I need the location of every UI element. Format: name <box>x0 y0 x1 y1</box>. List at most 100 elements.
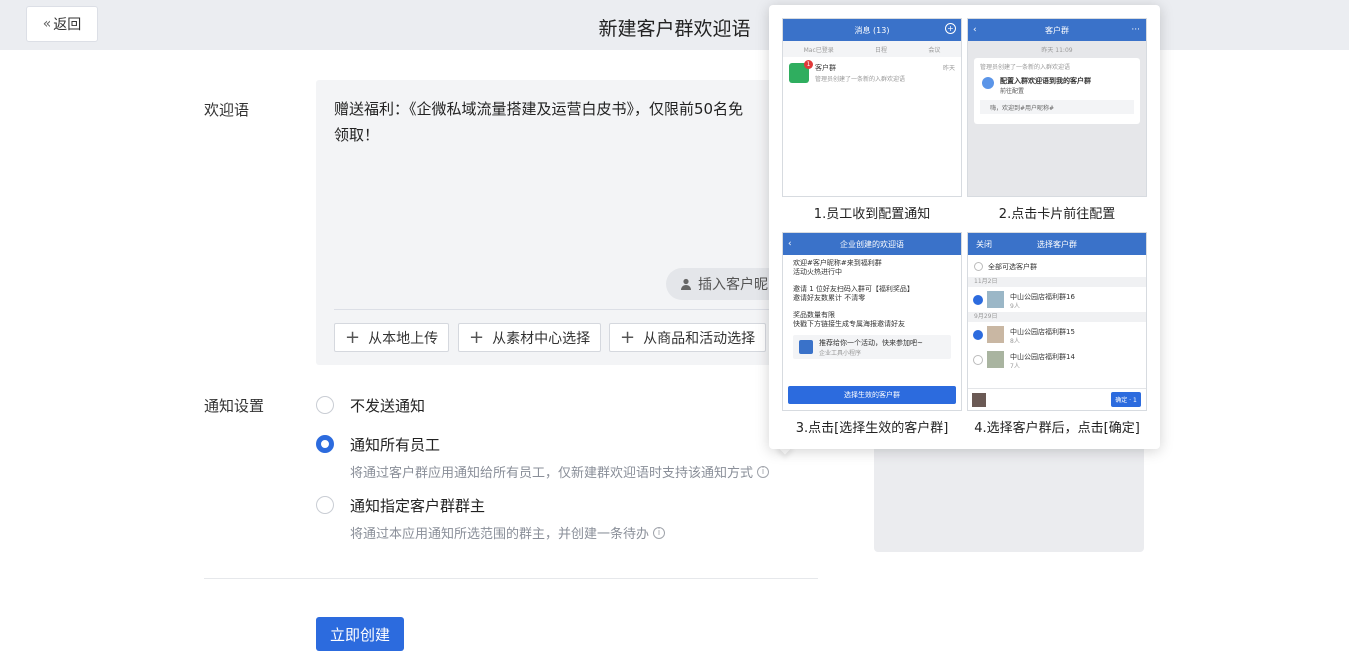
material-center-label: 从素材中心选择 <box>492 330 591 347</box>
plus-icon: + <box>469 326 485 348</box>
mini-program-icon <box>799 340 813 354</box>
plus-icon: + <box>345 326 361 348</box>
shot2-time: 昨天 11:09 <box>1041 47 1073 54</box>
shot1-title: 消息 (13) <box>854 25 890 35</box>
check-icon <box>973 295 983 305</box>
editor-divider <box>334 309 786 310</box>
option-notify-all-desc-text: 将通过客户群应用通知给所有员工，仅新建群欢迎语时支持该通知方式 <box>350 466 754 481</box>
notify-label: 通知设置 <box>204 397 265 415</box>
option-notify-all-label[interactable]: 通知所有员工 <box>350 434 440 455</box>
caption-1: 1.员工收到配置通知 <box>813 207 931 222</box>
welcome-text-line2[interactable]: 领取！ <box>334 122 379 148</box>
upload-local-button[interactable]: + 从本地上传 <box>334 323 450 352</box>
product-activity-label: 从商品和活动选择 <box>643 330 756 347</box>
shot2-card-sub: 前往配置 <box>1000 88 1025 95</box>
preview-panel <box>874 440 1144 552</box>
shot1-item-time: 昨天 <box>942 65 955 72</box>
guide-shot-3: ‹ 企业创建的欢迎语 欢迎#客户昵称#来到福利群 活动火热进行中 邀请 1 位好… <box>782 232 962 411</box>
shot3-header: ‹ 企业创建的欢迎语 <box>783 233 961 255</box>
shot3-line: 欢迎#客户昵称#来到福利群 <box>793 259 882 267</box>
welcome-label: 欢迎语 <box>204 101 250 119</box>
group-avatar <box>987 326 1004 343</box>
guide-shot-1: 消息 (13) + Mac已登录 日程 会议 1 客户群 管理员创建了一条新的入… <box>782 18 962 197</box>
more-icon: ··· <box>1131 25 1140 35</box>
plus-icon: + <box>620 326 636 348</box>
shot3-link-sub: 企业工具小程序 <box>819 350 862 357</box>
shot4-group-count: 8人 <box>1010 338 1020 345</box>
shot3-link-title: 推荐给你一个活动，快来参加吧~ <box>819 339 923 347</box>
shot1-tabs: Mac已登录 日程 会议 <box>783 41 961 57</box>
shot4-group-count: 7人 <box>1010 363 1020 370</box>
product-activity-button[interactable]: + 从商品和活动选择 <box>609 323 767 352</box>
shot4-close: 关闭 <box>976 239 992 249</box>
shot3-line: 活动火热进行中 <box>793 268 842 276</box>
shot4-all-row: 全部可选客户群 <box>968 255 1146 277</box>
caption-4: 4.选择客户群后，点击[确定] <box>974 421 1140 436</box>
option-notify-all-desc: 将通过客户群应用通知给所有员工，仅新建群欢迎语时支持该通知方式 i <box>350 462 770 481</box>
shot4-title: 选择客户群 <box>1037 239 1077 249</box>
insert-nickname-label: 插入客户昵 <box>698 277 768 293</box>
option-notify-owner-desc-text: 将通过本应用通知所选范围的群主，并创建一条待办 <box>350 527 650 542</box>
info-icon[interactable]: i <box>757 465 770 478</box>
plus-circle-icon: + <box>945 23 956 34</box>
group-avatar <box>987 291 1004 308</box>
shot2-notice: 管理员创建了一条新的入群欢迎语 <box>980 64 1071 71</box>
shot4-group-row: 中山公园店福利群14 7人 <box>968 347 1146 372</box>
shot1-header: 消息 (13) + <box>783 19 961 41</box>
radio-icon <box>974 262 983 271</box>
shot1-item-sub: 管理员创建了一条新的入群欢迎语 <box>815 76 906 83</box>
group-avatar <box>987 351 1004 368</box>
shot2-card-title: 配置入群欢迎语到我的客户群 <box>1000 77 1091 85</box>
info-icon[interactable]: i <box>653 526 666 539</box>
back-chevron-icon: ‹ <box>973 25 977 35</box>
shot3-body: 欢迎#客户昵称#来到福利群 活动火热进行中 邀请 1 位好友扫码入群可【福利奖品… <box>783 255 961 333</box>
option-notify-owner-label[interactable]: 通知指定客户群群主 <box>350 495 485 516</box>
shot4-date1: 11月2日 <box>968 277 1146 287</box>
shot1-tab: 会议 <box>928 46 941 54</box>
shot4-group-row: 中山公园店福利群15 8人 <box>968 322 1146 347</box>
welcome-text[interactable]: 赠送福利：《企微私域流量搭建及运营白皮书》，仅限前50名免 <box>334 96 784 122</box>
check-icon <box>973 330 983 340</box>
radio-notify-owner[interactable] <box>316 496 334 514</box>
radio-notify-all[interactable] <box>316 435 334 453</box>
shot4-group-count: 9人 <box>1010 303 1020 310</box>
shot2-card: 管理员创建了一条新的入群欢迎语 配置入群欢迎语到我的客户群 前往配置 嗨，欢迎到… <box>974 58 1140 124</box>
person-icon <box>681 278 691 290</box>
shot2-greet: 嗨，欢迎到#用户昵称# <box>980 100 1134 114</box>
shot3-line: 快戳下方链接生成专属海报邀请好友 <box>793 320 905 328</box>
shot3-link-card: 推荐给你一个活动，快来参加吧~ 企业工具小程序 <box>793 335 951 359</box>
material-center-button[interactable]: + 从素材中心选择 <box>458 323 602 352</box>
shot3-title: 企业创建的欢迎语 <box>840 239 904 249</box>
shot4-confirm: 确定 · 1 <box>1111 392 1141 407</box>
shot2-title: 客户群 <box>1045 25 1069 35</box>
shot2-header: ‹ 客户群 ··· <box>968 19 1146 41</box>
shot4-date2: 9月29日 <box>968 312 1146 322</box>
caption-3: 3.点击[选择生效的客户群] <box>795 421 949 436</box>
shot3-select-button: 选择生效的客户群 <box>788 386 956 404</box>
radio-no-notify[interactable] <box>316 396 334 414</box>
shot4-header: 关闭 选择客户群 <box>968 233 1146 255</box>
arrow-circle-icon <box>982 77 994 89</box>
shot4-group-row: 中山公园店福利群16 9人 <box>968 287 1146 312</box>
selected-avatar <box>972 393 986 407</box>
option-notify-owner-desc: 将通过本应用通知所选范围的群主，并创建一条待办 i <box>350 523 666 542</box>
welcome-editor[interactable]: 赠送福利：《企微私域流量搭建及运营白皮书》，仅限前50名免 领取！ 插入客户昵 … <box>316 80 806 365</box>
shot1-tab: 日程 <box>875 46 888 54</box>
shot4-footer: 确定 · 1 <box>968 388 1146 410</box>
shot3-line: 奖品数量有限 <box>793 311 835 319</box>
guide-shot-4: 关闭 选择客户群 全部可选客户群 11月2日 中山公园店福利群16 9人 9月2… <box>967 232 1147 411</box>
unread-badge: 1 <box>804 60 813 69</box>
shot1-message-item: 1 客户群 管理员创建了一条新的入群欢迎语 昨天 <box>783 57 961 87</box>
shot4-all: 全部可选客户群 <box>988 263 1037 271</box>
guide-popover: 消息 (13) + Mac已登录 日程 会议 1 客户群 管理员创建了一条新的入… <box>769 5 1160 449</box>
caption-2: 2.点击卡片前往配置 <box>998 207 1116 222</box>
option-no-notify-label[interactable]: 不发送通知 <box>350 395 425 416</box>
shot3-line: 邀请好友数累计 不清零 <box>793 294 866 302</box>
create-button[interactable]: 立即创建 <box>316 617 404 651</box>
upload-local-label: 从本地上传 <box>368 330 439 347</box>
shot3-line: 邀请 1 位好友扫码入群可【福利奖品】 <box>793 285 914 293</box>
shot1-item-title: 客户群 <box>815 64 836 72</box>
shot1-tab: Mac已登录 <box>803 46 834 54</box>
back-chevron-icon: ‹ <box>788 239 792 249</box>
divider <box>204 578 818 579</box>
